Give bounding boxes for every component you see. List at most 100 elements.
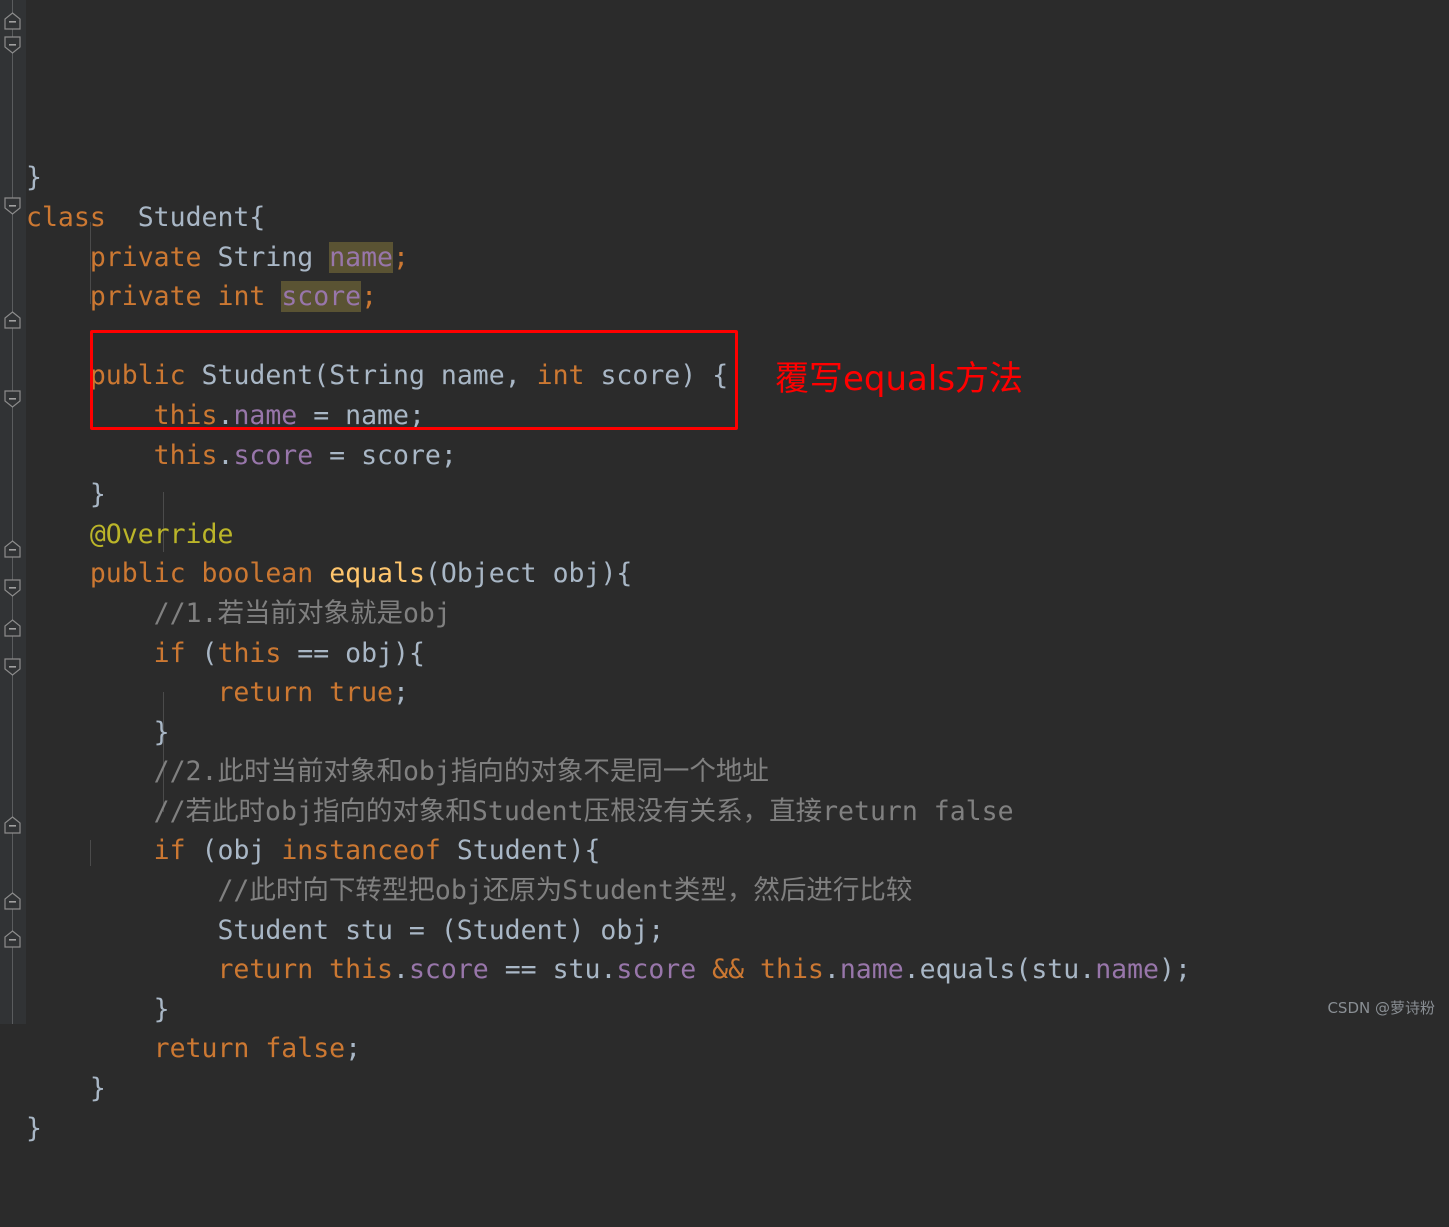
code-line[interactable]: Student stu = (Student) obj; — [26, 911, 1449, 951]
code-token: Student — [137, 201, 250, 233]
code-token: this — [760, 954, 824, 986]
code-surface[interactable]: } class Student{ private String name; pri… — [26, 0, 1449, 1143]
fold-marker-2-down[interactable] — [2, 196, 23, 215]
code-token: ( — [440, 914, 457, 946]
code-token: , — [504, 360, 521, 392]
code-lines[interactable]: } class Student{ private String name; pri… — [26, 158, 1449, 1148]
code-line[interactable]: public boolean equals(Object obj){ — [26, 554, 1449, 594]
code-line[interactable]: if (obj instanceof Student){ — [26, 831, 1449, 871]
fold-marker-4-down[interactable] — [2, 389, 23, 408]
code-token: } — [89, 1073, 106, 1105]
code-line[interactable]: } — [26, 713, 1449, 753]
code-token: ; — [392, 677, 409, 709]
code-token: boolean — [201, 558, 314, 590]
code-token: Object — [440, 558, 537, 590]
code-token: name — [839, 954, 904, 986]
code-token: . — [217, 399, 234, 431]
code-line-content: } — [26, 1069, 1449, 1109]
code-token: this — [217, 637, 282, 669]
code-token: private — [89, 241, 202, 273]
code-line[interactable]: } — [26, 1069, 1449, 1109]
code-token: } — [89, 479, 106, 511]
code-line[interactable] — [26, 317, 1449, 357]
code-token: this — [153, 399, 218, 431]
fold-marker-8-down[interactable] — [2, 657, 23, 676]
code-line[interactable]: @Override — [26, 515, 1449, 555]
code-token: this — [153, 439, 218, 471]
code-line-content: return false; — [26, 1029, 1449, 1069]
code-token: . — [1079, 954, 1096, 986]
fold-marker-6-down[interactable] — [2, 578, 23, 597]
code-token: int — [217, 281, 266, 313]
fold-marker-5-up[interactable] — [2, 540, 23, 559]
code-line-content: } — [26, 475, 1449, 515]
watermark: CSDN @萝诗粉 — [1327, 999, 1435, 1017]
code-token: ) — [680, 360, 697, 392]
code-token: if — [153, 637, 186, 669]
code-token: return — [217, 677, 314, 709]
code-token: ; — [408, 399, 425, 431]
code-token: instanceof — [281, 835, 441, 867]
code-token: ; — [440, 439, 457, 471]
code-line[interactable]: //1.若当前对象就是obj — [26, 594, 1449, 634]
fold-marker-10-up[interactable] — [2, 892, 23, 911]
code-line[interactable]: if (this == obj){ — [26, 634, 1449, 674]
code-line[interactable]: return true; — [26, 673, 1449, 713]
fold-marker-11-up[interactable] — [2, 930, 23, 949]
code-line[interactable]: } — [26, 990, 1449, 1030]
code-line[interactable]: this.score = score; — [26, 436, 1449, 476]
code-line[interactable]: } — [26, 1109, 1449, 1149]
code-line[interactable]: class Student{ — [26, 198, 1449, 238]
editor-gutter[interactable] — [0, 0, 26, 1024]
code-line[interactable]: return this.score == stu.score && this.n… — [26, 950, 1449, 990]
code-editor[interactable]: } class Student{ private String name; pri… — [0, 0, 1449, 1144]
code-line[interactable]: //此时向下转型把obj还原为Student类型，然后进行比较 — [26, 871, 1449, 911]
code-token: stu = — [329, 914, 441, 946]
code-line[interactable]: //2.此时当前对象和obj指向的对象不是同一个地址 — [26, 752, 1449, 792]
code-token: ) — [568, 835, 585, 867]
code-token: ( — [1015, 954, 1032, 986]
code-line[interactable]: return false; — [26, 1029, 1449, 1069]
code-line-content: return this.score == stu.score && this.n… — [26, 950, 1449, 990]
code-token: String — [329, 360, 425, 392]
code-line[interactable]: this.name = name; — [26, 396, 1449, 436]
code-line[interactable]: //若此时obj指向的对象和Student压根没有关系，直接return fal… — [26, 792, 1449, 832]
fold-marker-9-up[interactable] — [2, 816, 23, 835]
code-line-content: //若此时obj指向的对象和Student压根没有关系，直接return fal… — [26, 792, 1449, 832]
code-token: private — [89, 281, 202, 313]
code-token: } — [26, 162, 42, 194]
code-token: } — [153, 716, 170, 748]
code-line[interactable]: } — [26, 475, 1449, 515]
code-line-content: if (obj instanceof Student){ — [26, 831, 1449, 871]
code-line-content: public Student(String name, int score) { — [26, 356, 1449, 396]
code-line[interactable]: private int score; — [26, 277, 1449, 317]
fold-marker-1-down[interactable] — [2, 35, 23, 54]
code-token: stu — [552, 954, 601, 986]
fold-marker-7-up[interactable] — [2, 619, 23, 638]
code-line-content: @Override — [26, 515, 1449, 555]
code-token: ) — [393, 637, 409, 669]
code-token: { — [712, 360, 729, 392]
code-token: String — [217, 241, 314, 273]
code-token: Student — [456, 835, 569, 867]
fold-marker-0-up[interactable] — [2, 12, 23, 31]
code-line[interactable]: public Student(String name, int score) { — [26, 356, 1449, 396]
code-line-content: if (this == obj){ — [26, 634, 1449, 674]
code-line[interactable]: private String name; — [26, 238, 1449, 278]
code-token: . — [823, 954, 840, 986]
code-line[interactable]: } — [26, 158, 1449, 198]
fold-marker-3-up[interactable] — [2, 311, 23, 330]
